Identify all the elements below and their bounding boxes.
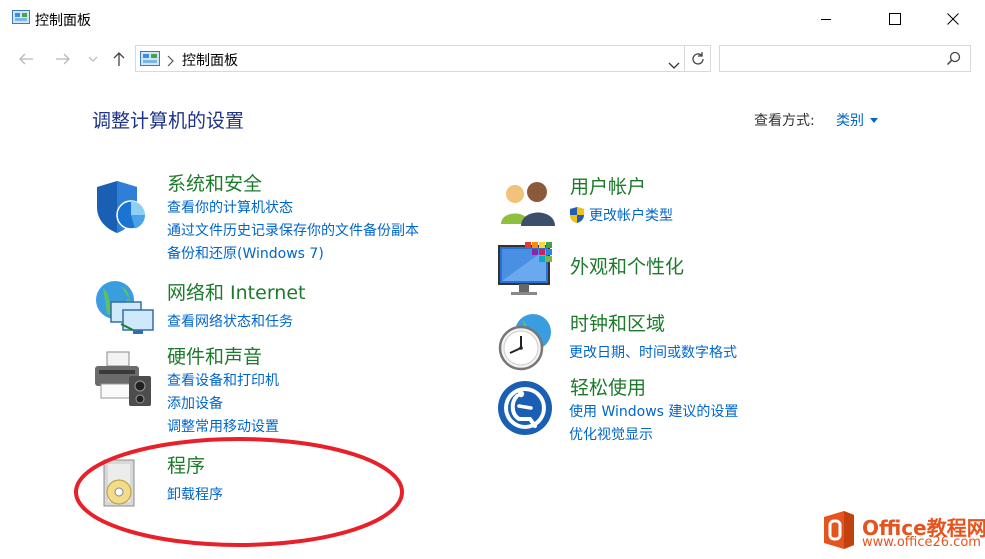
link-windows-recommended-settings[interactable]: 使用 Windows 建议的设置: [569, 401, 738, 424]
category-network-internet[interactable]: 网络和 Internet: [167, 281, 305, 305]
control-panel-icon: [140, 51, 160, 71]
refresh-button[interactable]: [685, 45, 711, 72]
link-change-date-time-format[interactable]: 更改日期、时间或数字格式: [569, 342, 737, 365]
category-clock-region[interactable]: 时钟和区域: [570, 312, 665, 336]
refresh-icon: [691, 51, 704, 65]
up-button[interactable]: [107, 47, 131, 71]
title-bar: 控制面板: [0, 0, 985, 38]
office-logo-icon: [820, 509, 858, 551]
annotation-ellipse: [74, 437, 404, 547]
search-icon: [946, 51, 961, 70]
page-title: 调整计算机的设置: [92, 110, 245, 132]
system-security-shield-icon[interactable]: [93, 177, 157, 241]
link-optimize-visual-display[interactable]: 优化视觉显示: [569, 424, 653, 447]
window-title: 控制面板: [35, 13, 91, 29]
category-system-security[interactable]: 系统和安全: [167, 172, 262, 196]
watermark-url: www.office26.com: [862, 535, 981, 550]
link-file-history-backup[interactable]: 通过文件历史记录保存你的文件备份副本: [167, 220, 419, 243]
category-appearance-personalization[interactable]: 外观和个性化: [570, 255, 684, 279]
appearance-monitor-icon[interactable]: [497, 240, 561, 304]
link-network-status-tasks[interactable]: 查看网络状态和任务: [167, 311, 293, 334]
category-hardware-sound[interactable]: 硬件和声音: [167, 345, 262, 369]
view-by-label: 查看方式:: [754, 113, 815, 129]
link-change-account-type[interactable]: 更改帐户类型: [589, 205, 673, 228]
link-devices-printers[interactable]: 查看设备和打印机: [167, 370, 279, 393]
breadcrumb-separator-icon: [166, 52, 174, 71]
link-backup-restore[interactable]: 备份和还原(Windows 7): [167, 243, 324, 266]
close-button[interactable]: [930, 0, 976, 38]
clock-region-icon[interactable]: [497, 312, 561, 376]
address-dropdown-chevron-icon[interactable]: [668, 55, 680, 74]
view-by-dropdown[interactable]: 类别: [836, 110, 878, 130]
category-ease-of-access[interactable]: 轻松使用: [570, 376, 646, 400]
category-user-accounts[interactable]: 用户帐户: [570, 175, 646, 199]
breadcrumb-control-panel[interactable]: 控制面板: [182, 50, 238, 70]
link-add-device[interactable]: 添加设备: [167, 393, 223, 416]
minimize-button[interactable]: [803, 0, 849, 38]
user-accounts-icon[interactable]: [497, 178, 561, 242]
view-by-value[interactable]: 类别: [836, 110, 864, 130]
recent-locations-chevron-icon[interactable]: [85, 47, 101, 71]
network-globe-icon[interactable]: [93, 280, 157, 344]
dropdown-caret-icon: [870, 117, 878, 123]
address-bar[interactable]: 控制面板: [135, 45, 685, 72]
link-view-computer-status[interactable]: 查看你的计算机状态: [167, 197, 293, 220]
maximize-button[interactable]: [872, 0, 918, 38]
back-button[interactable]: [14, 47, 38, 71]
ease-of-access-icon[interactable]: [497, 380, 561, 444]
search-input[interactable]: [719, 45, 971, 72]
uac-shield-icon: [569, 206, 585, 228]
control-panel-icon: [12, 10, 30, 26]
forward-button[interactable]: [51, 47, 75, 71]
printer-speaker-icon[interactable]: [93, 350, 157, 414]
